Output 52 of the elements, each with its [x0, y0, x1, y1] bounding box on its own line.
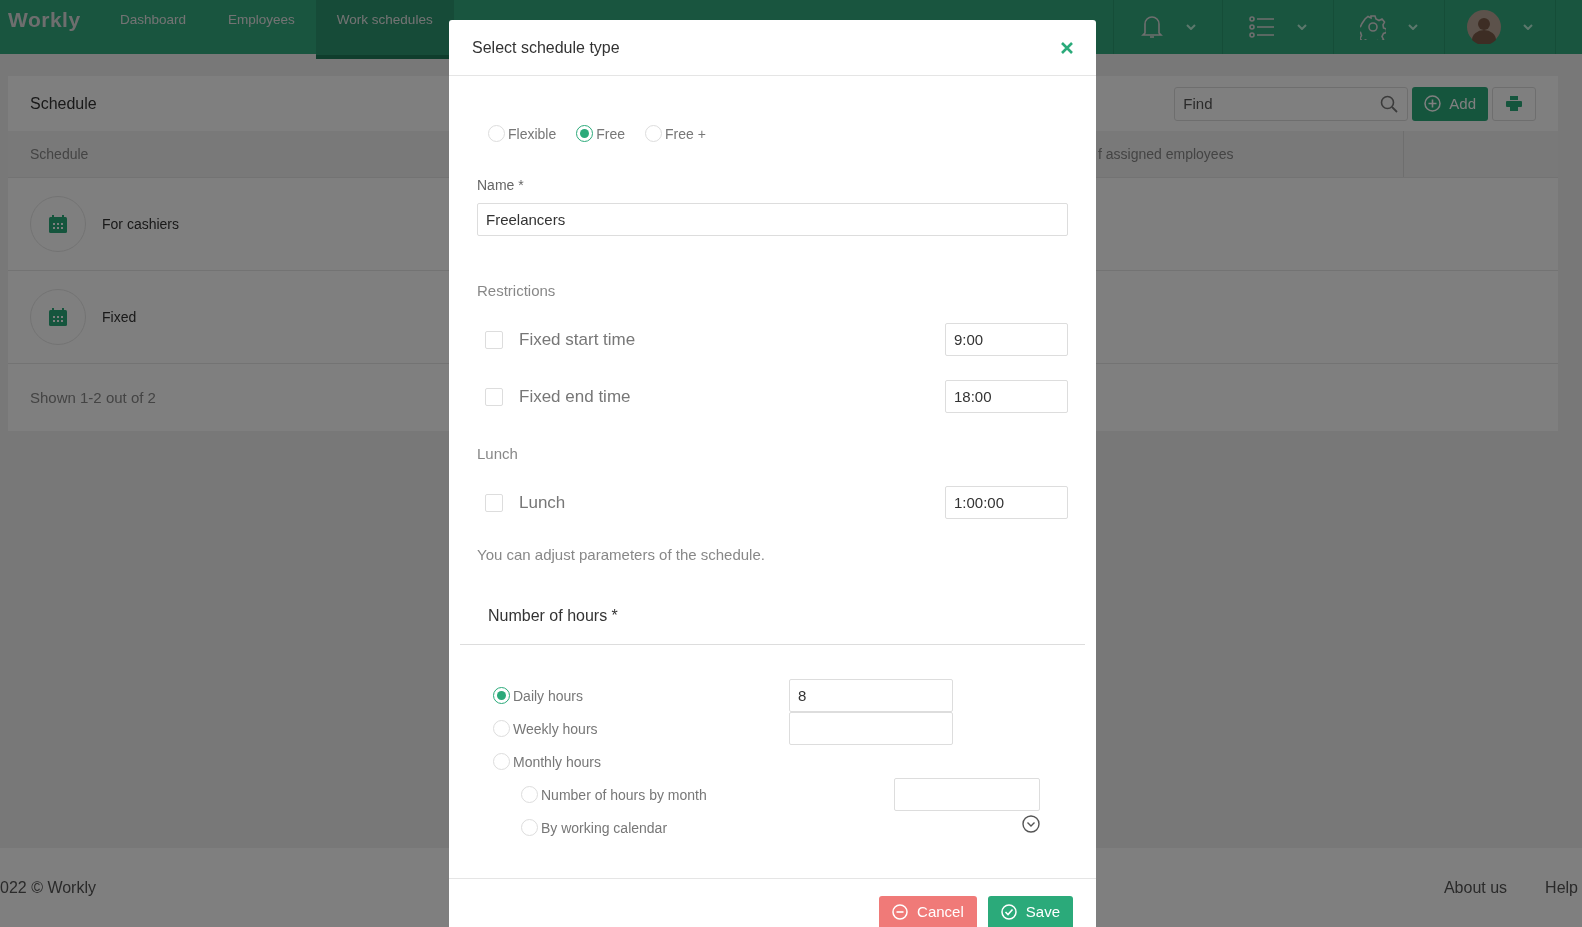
cancel-button[interactable]: Cancel [879, 896, 977, 927]
calendar-icon [49, 308, 67, 326]
checkbox-label[interactable]: Fixed start time [519, 329, 945, 350]
search-field[interactable]: Find [1174, 86, 1409, 121]
schedule-name[interactable]: Fixed [102, 309, 137, 325]
print-button[interactable] [1492, 86, 1536, 121]
radio-option[interactable]: Monthly hours [493, 753, 789, 770]
footer-link[interactable]: Help [1545, 878, 1578, 897]
radio-option[interactable]: Flexible [488, 125, 557, 142]
checkbox[interactable] [485, 493, 503, 512]
close-icon [1061, 41, 1073, 54]
printer-icon [1506, 96, 1522, 111]
hours-field[interactable]: 8 [789, 679, 953, 712]
copyright-text: 022 © Workly [0, 878, 96, 897]
search-icon [1380, 94, 1399, 113]
radio-option[interactable]: By working calendar [521, 819, 894, 836]
radio-option[interactable]: Daily hours [493, 687, 789, 704]
radio-option[interactable]: Free [576, 125, 626, 142]
save-button[interactable]: Save [987, 896, 1073, 927]
calendar-icon [49, 215, 67, 233]
checkbox-label[interactable]: Fixed end time [519, 386, 945, 407]
avatar-icon[interactable] [1467, 10, 1501, 44]
list-icon[interactable] [1249, 16, 1275, 38]
hint-text: You can adjust parameters of the schedule. [477, 546, 766, 563]
checkbox[interactable] [485, 330, 503, 349]
pagination-info: Shown 1-2 out of 2 [30, 389, 156, 406]
footer-link[interactable]: About us [1443, 878, 1508, 897]
check-circle-icon [1000, 903, 1017, 920]
section-label: Restrictions [477, 282, 557, 299]
time-field[interactable]: 9:00 [945, 323, 1068, 356]
dialog-title: Select schedule type [472, 38, 620, 57]
time-field[interactable]: 1:00:00 [945, 486, 1068, 519]
panel-title: Schedule [30, 94, 98, 113]
chevron-down-icon[interactable] [1022, 815, 1040, 833]
close-button[interactable] [1061, 41, 1073, 54]
radio-option[interactable]: Number of hours by month [521, 786, 894, 803]
settings-icon[interactable] [1360, 14, 1386, 40]
section-label: Lunch [477, 445, 519, 462]
hours-field[interactable] [789, 712, 953, 745]
plus-icon [1424, 95, 1442, 112]
name-field[interactable]: Freelancers [477, 203, 1068, 236]
field-label: Name * [477, 177, 525, 193]
section-title: Number of hours * [460, 607, 1085, 645]
radio-option[interactable]: Weekly hours [493, 720, 789, 737]
checkbox-label[interactable]: Lunch [519, 492, 945, 513]
minus-circle-icon [892, 903, 909, 920]
bell-icon[interactable] [1140, 13, 1164, 41]
time-field[interactable]: 18:00 [945, 380, 1068, 413]
checkbox[interactable] [485, 387, 503, 406]
hours-field[interactable] [894, 778, 1040, 811]
radio-option[interactable]: Free + [645, 125, 706, 142]
schedule-name[interactable]: For cashiers [102, 216, 180, 232]
